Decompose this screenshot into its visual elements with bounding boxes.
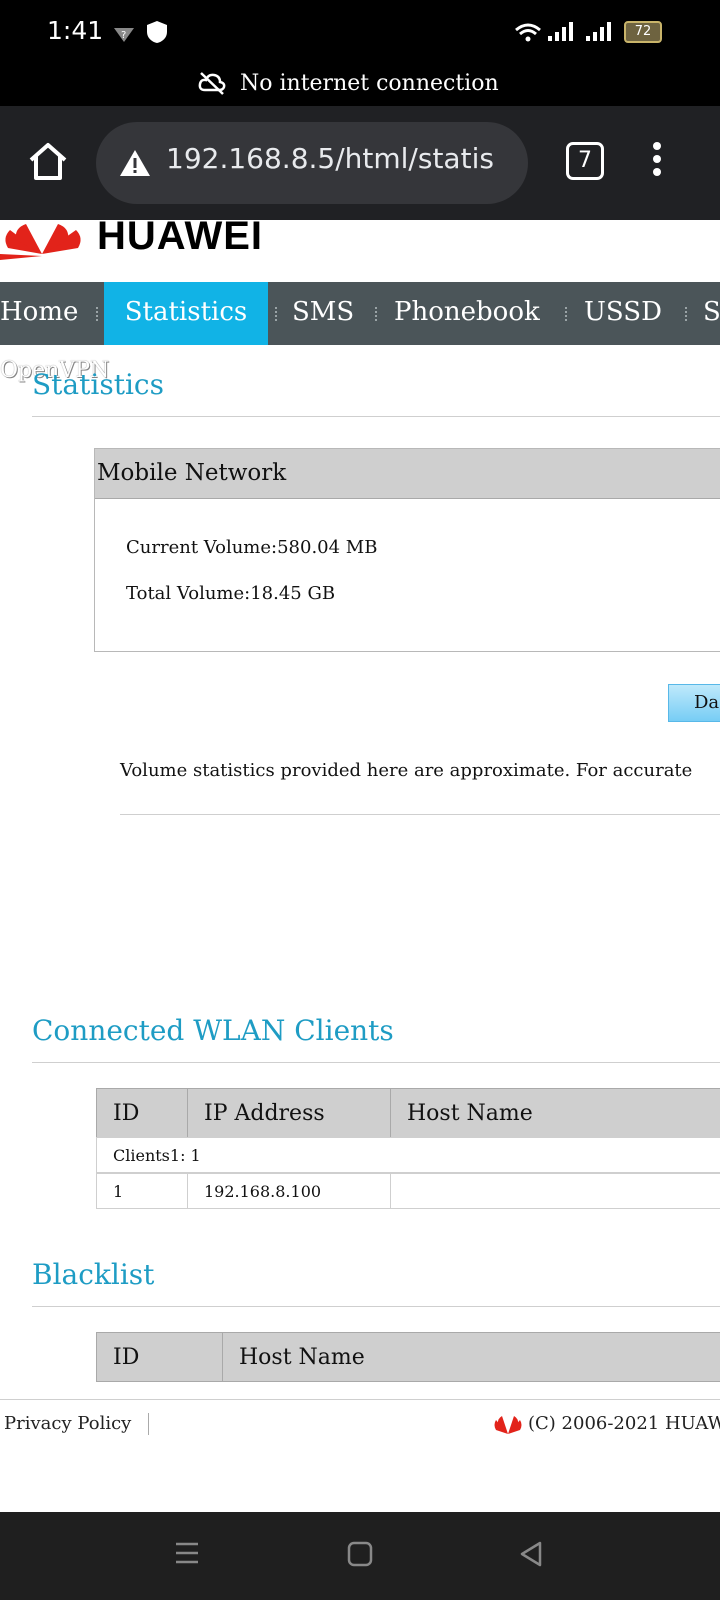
tab-switcher-button[interactable]: 7 bbox=[566, 142, 604, 180]
browser-toolbar: 192.168.8.5/html/statis 7 bbox=[0, 106, 720, 220]
statistics-title: Statistics bbox=[32, 368, 164, 401]
nav-home[interactable]: Home bbox=[0, 282, 78, 345]
signal-icon bbox=[586, 22, 611, 41]
col-header-id: ID bbox=[96, 1088, 188, 1138]
site-header: HUAWEI bbox=[0, 220, 720, 282]
col-header-host: Host Name bbox=[222, 1332, 720, 1382]
signal-icon bbox=[548, 22, 573, 41]
huawei-logo-icon bbox=[0, 224, 81, 260]
nav-phonebook[interactable]: Phonebook bbox=[394, 282, 540, 345]
divider bbox=[120, 814, 720, 815]
nav-more[interactable]: S bbox=[703, 282, 720, 345]
back-icon[interactable] bbox=[518, 1540, 544, 1568]
shield-icon bbox=[147, 21, 167, 43]
col-header-host: Host Name bbox=[390, 1088, 720, 1138]
wlan-clients-title: Connected WLAN Clients bbox=[32, 1014, 394, 1047]
table-cell-host bbox=[390, 1173, 720, 1209]
main-nav: Home Statistics SMS Phonebook USSD S bbox=[0, 282, 720, 345]
battery-icon: 72 bbox=[624, 21, 662, 43]
home-icon[interactable] bbox=[26, 140, 70, 184]
table-cell-ip: 192.168.8.100 bbox=[187, 1173, 391, 1209]
no-internet-text: No internet connection bbox=[240, 71, 499, 96]
brand-name: HUAWEI bbox=[97, 220, 263, 258]
divider bbox=[32, 1306, 720, 1307]
recent-apps-icon[interactable] bbox=[174, 1540, 200, 1566]
status-time: 1:41 bbox=[47, 16, 104, 45]
battery-level: 72 bbox=[634, 24, 652, 39]
nav-divider bbox=[275, 307, 279, 321]
blacklist-title: Blacklist bbox=[32, 1258, 155, 1291]
huawei-logo-icon bbox=[494, 1416, 522, 1434]
nav-divider bbox=[375, 307, 379, 321]
data-button[interactable]: Da bbox=[668, 684, 720, 722]
copyright-text: (C) 2006-2021 HUAW bbox=[528, 1413, 720, 1434]
url-text[interactable]: 192.168.8.5/html/statis bbox=[166, 142, 494, 175]
nav-divider bbox=[96, 307, 100, 321]
wifi-icon bbox=[515, 23, 541, 42]
warning-icon[interactable] bbox=[118, 148, 152, 178]
vpn-key-icon: ? bbox=[114, 28, 134, 42]
volume-note: Volume statistics provided here are appr… bbox=[120, 760, 693, 781]
status-bar: 1:41 ? 72 bbox=[0, 0, 720, 62]
divider bbox=[32, 416, 720, 417]
divider bbox=[32, 1062, 720, 1063]
nav-divider bbox=[565, 307, 569, 321]
mobile-network-panel: Mobile Network Current Volume:580.04 MB … bbox=[94, 448, 720, 652]
footer-divider bbox=[0, 1399, 720, 1400]
total-volume: Total Volume:18.45 GB bbox=[126, 583, 336, 604]
nav-sms[interactable]: SMS bbox=[292, 282, 354, 345]
web-page: HUAWEI Home Statistics SMS Phonebook USS… bbox=[0, 220, 720, 1512]
col-header-id: ID bbox=[96, 1332, 223, 1382]
nav-divider bbox=[685, 307, 689, 321]
current-volume: Current Volume:580.04 MB bbox=[126, 537, 378, 558]
nav-ussd[interactable]: USSD bbox=[584, 282, 662, 345]
cloud-off-icon bbox=[198, 72, 226, 95]
panel-title: Mobile Network bbox=[95, 449, 720, 499]
nav-statistics[interactable]: Statistics bbox=[104, 282, 268, 345]
system-nav-bar bbox=[0, 1512, 720, 1600]
overflow-menu-icon[interactable] bbox=[653, 142, 663, 182]
svg-text:?: ? bbox=[121, 30, 126, 41]
footer-separator bbox=[148, 1413, 149, 1435]
col-header-ip: IP Address bbox=[187, 1088, 391, 1138]
table-cell-id: 1 bbox=[96, 1173, 188, 1209]
no-internet-banner: No internet connection bbox=[0, 62, 720, 106]
url-bar[interactable]: 192.168.8.5/html/statis bbox=[96, 122, 528, 204]
home-nav-icon[interactable] bbox=[347, 1541, 373, 1567]
privacy-policy-link[interactable]: Privacy Policy bbox=[4, 1413, 131, 1434]
clients-summary: Clients1: 1 bbox=[96, 1137, 720, 1173]
